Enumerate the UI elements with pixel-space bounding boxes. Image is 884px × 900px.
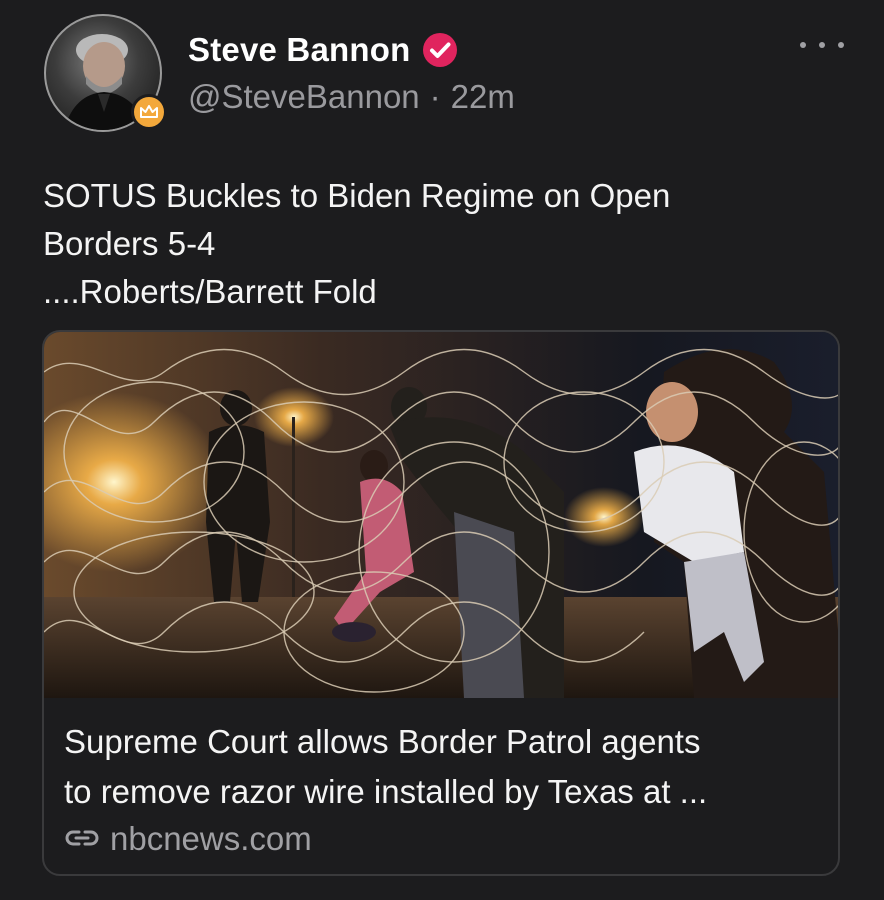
link-source-domain: nbcnews.com (110, 820, 312, 857)
more-dots-icon[interactable] (800, 30, 844, 60)
post-text-line: Borders 5-4 (43, 225, 216, 262)
author-name-row: Steve Bannon (188, 28, 458, 72)
verified-check-icon (422, 32, 458, 68)
post-text-line: ....Roberts/Barrett Fold (43, 273, 377, 310)
avatar-container[interactable] (44, 14, 167, 132)
link-preview-image[interactable] (44, 332, 840, 698)
post-text: SOTUS Buckles to Biden Regime on Open Bo… (43, 172, 833, 316)
crown-badge-icon (131, 94, 167, 130)
handle[interactable]: @SteveBannon (188, 78, 420, 116)
link-card-title-line: Supreme Court allows Border Patrol agent… (64, 723, 701, 760)
handle-row: @SteveBannon · 22m (188, 78, 515, 116)
link-card-title-line: to remove razor wire installed by Texas … (64, 773, 708, 810)
link-card-source[interactable]: nbcnews.com (64, 820, 312, 858)
timestamp[interactable]: 22m (451, 78, 515, 116)
link-card-title[interactable]: Supreme Court allows Border Patrol agent… (64, 717, 824, 817)
display-name[interactable]: Steve Bannon (188, 31, 410, 69)
post: Steve Bannon @SteveBannon · 22m SOTUS Bu… (0, 0, 884, 900)
post-text-line: SOTUS Buckles to Biden Regime on Open (43, 177, 671, 214)
link-preview-card[interactable]: Supreme Court allows Border Patrol agent… (42, 330, 840, 876)
link-icon (64, 820, 100, 858)
separator-dot: · (429, 78, 441, 115)
